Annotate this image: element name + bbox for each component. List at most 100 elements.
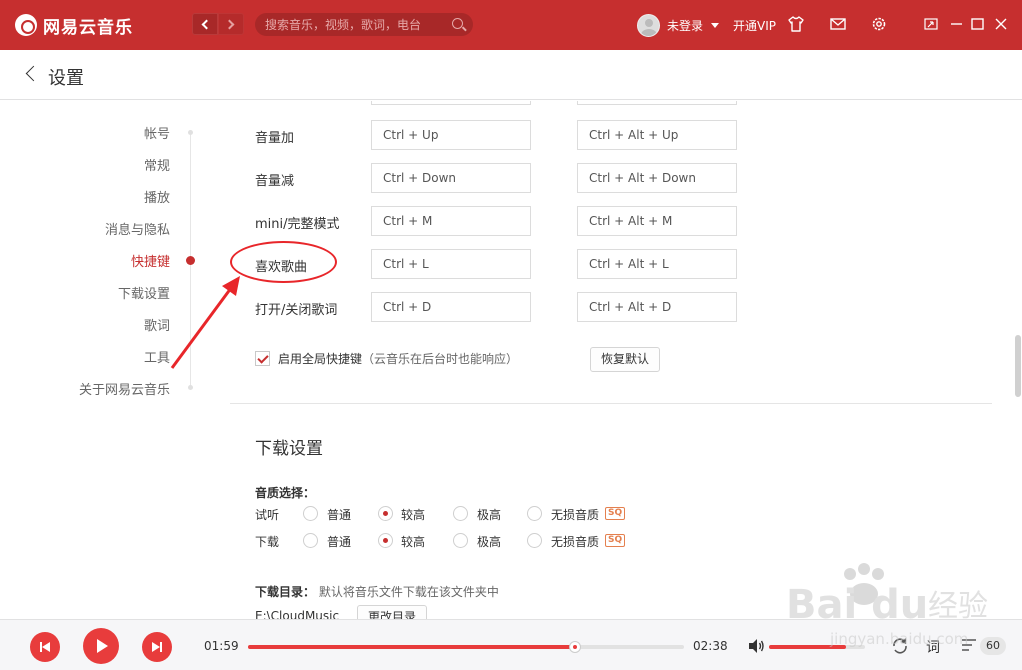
shortcut-local-box[interactable]: Ctrl + D	[371, 292, 531, 322]
search-input[interactable]	[265, 17, 445, 32]
svg-text:经验: 经验	[928, 589, 988, 624]
radio-label[interactable]: 普通	[327, 506, 351, 523]
forward-nav-button[interactable]	[218, 13, 244, 35]
back-arrow-icon[interactable]	[25, 65, 42, 82]
shortcut-global-box[interactable]: Ctrl + Alt + D	[577, 292, 737, 322]
radio-high[interactable]	[378, 506, 393, 521]
global-shortcut-option[interactable]: 启用全局快捷键 （云音乐在后台时也能响应）	[255, 350, 518, 367]
sidebar-active-dot	[186, 256, 195, 265]
sidebar-item-privacy[interactable]: 消息与隐私	[105, 219, 170, 238]
restore-default-button[interactable]: 恢复默认	[590, 347, 660, 372]
user-name[interactable]: 未登录	[667, 17, 703, 34]
radio-label[interactable]: 普通	[327, 533, 351, 550]
skin-shirt-icon[interactable]	[787, 15, 805, 33]
time-total: 02:38	[693, 639, 728, 653]
shortcut-local-box[interactable]: Ctrl + L	[371, 249, 531, 279]
quality-row-label: 下载	[255, 535, 280, 549]
volume-icon[interactable]	[747, 638, 765, 654]
avatar[interactable]	[637, 13, 660, 37]
shortcut-label: 音量减	[255, 174, 295, 189]
radio-normal[interactable]	[303, 533, 318, 548]
shortcut-label: 音量加	[255, 131, 295, 146]
mail-icon[interactable]	[829, 15, 847, 33]
netease-logo-icon	[15, 14, 37, 36]
time-current: 01:59	[204, 639, 239, 653]
radio-label[interactable]: 无损音质	[551, 506, 599, 523]
title-bar: 网易云音乐 未登录 开通VIP	[0, 0, 1022, 50]
scrollbar-thumb[interactable]	[1015, 335, 1021, 397]
radio-lossless[interactable]	[527, 533, 542, 548]
vip-link[interactable]: 开通VIP	[733, 17, 776, 34]
sidebar-dot	[188, 130, 193, 135]
content-scrollbar[interactable]	[1015, 101, 1022, 619]
download-dir-line: 下载目录： 默认将音乐文件下载在该文件夹中	[255, 583, 499, 600]
minimize-icon[interactable]	[948, 15, 966, 33]
shortcut-row-cut	[230, 101, 1015, 105]
close-icon[interactable]	[992, 15, 1010, 33]
caret-down-icon[interactable]	[711, 22, 720, 28]
download-section-title: 下载设置	[255, 439, 323, 459]
user-menu[interactable]: 未登录	[637, 13, 720, 37]
play-icon	[97, 639, 108, 653]
gear-icon[interactable]	[870, 15, 888, 33]
global-shortcut-checkbox[interactable]	[255, 351, 270, 366]
shortcut-global-box[interactable]	[577, 101, 737, 105]
global-shortcut-label[interactable]: 启用全局快捷键	[278, 350, 362, 367]
change-dir-button[interactable]: 更改目录	[357, 605, 427, 619]
shortcut-row: 音量减 Ctrl + Down Ctrl + Alt + Down	[230, 163, 1015, 193]
quality-title: 音质选择：	[255, 486, 316, 500]
previous-button[interactable]	[30, 632, 60, 662]
radio-label[interactable]: 较高	[401, 533, 425, 550]
sidebar-item-playback[interactable]: 播放	[144, 187, 170, 206]
baidu-jingyan-watermark: Bai du 经验 jingyan.baidu.com	[786, 563, 988, 648]
mini-mode-icon[interactable]	[922, 15, 940, 33]
sq-badge: SQ	[605, 534, 626, 547]
shortcut-global-box[interactable]: Ctrl + Alt + Up	[577, 120, 737, 150]
history-nav	[192, 13, 244, 35]
play-button[interactable]	[83, 628, 119, 664]
page-title: 设置	[48, 68, 84, 89]
shortcut-local-box[interactable]: Ctrl + Up	[371, 120, 531, 150]
shortcut-local-box[interactable]: Ctrl + M	[371, 206, 531, 236]
sidebar-dot	[188, 385, 193, 390]
radio-high[interactable]	[378, 533, 393, 548]
chevron-right-icon	[224, 19, 235, 29]
shortcut-label: mini/完整模式	[255, 217, 340, 232]
progress-bar[interactable]	[248, 641, 684, 653]
download-dir-note: 默认将音乐文件下载在该文件夹中	[318, 585, 499, 599]
quality-row-preview: 试听 普通 较高 极高 无损音质 SQ	[255, 504, 755, 524]
sidebar-item-account[interactable]: 帐号	[144, 123, 170, 142]
shortcut-row: 喜欢歌曲 Ctrl + L Ctrl + Alt + L	[230, 249, 1015, 279]
app-name: 网易云音乐	[43, 17, 133, 38]
shortcut-local-box[interactable]	[371, 101, 531, 105]
radio-label[interactable]: 极高	[477, 506, 501, 523]
settings-content: 音量加 Ctrl + Up Ctrl + Alt + Up 音量减 Ctrl +…	[230, 101, 1015, 619]
quality-row-label: 试听	[255, 508, 280, 522]
search-icon[interactable]	[452, 18, 463, 29]
shortcut-global-box[interactable]: Ctrl + Alt + Down	[577, 163, 737, 193]
radio-lossless[interactable]	[527, 506, 542, 521]
sidebar-item-about[interactable]: 关于网易云音乐	[79, 379, 170, 398]
radio-label[interactable]: 无损音质	[551, 533, 599, 550]
sidebar-item-general[interactable]: 常规	[144, 155, 170, 174]
radio-normal[interactable]	[303, 506, 318, 521]
maximize-icon[interactable]	[969, 15, 987, 33]
shortcut-row: 音量加 Ctrl + Up Ctrl + Alt + Up	[230, 120, 1015, 150]
radio-extreme[interactable]	[453, 506, 468, 521]
page-header: 设置	[0, 50, 1022, 100]
svg-text:Bai du: Bai du	[786, 582, 928, 628]
radio-label[interactable]: 极高	[477, 533, 501, 550]
app-logo[interactable]: 网易云音乐	[15, 12, 133, 38]
download-dir-title: 下载目录：	[255, 585, 316, 599]
shortcut-global-box[interactable]: Ctrl + Alt + L	[577, 249, 737, 279]
radio-label[interactable]: 较高	[401, 506, 425, 523]
shortcut-local-box[interactable]: Ctrl + Down	[371, 163, 531, 193]
progress-knob[interactable]	[569, 641, 581, 653]
sidebar-item-shortcuts[interactable]: 快捷键	[131, 251, 170, 270]
global-shortcut-note: （云音乐在后台时也能响应）	[362, 352, 519, 366]
quality-row-download: 下载 普通 较高 极高 无损音质 SQ	[255, 531, 755, 551]
shortcut-global-box[interactable]: Ctrl + Alt + M	[577, 206, 737, 236]
next-button[interactable]	[142, 632, 172, 662]
radio-extreme[interactable]	[453, 533, 468, 548]
back-nav-button[interactable]	[192, 13, 218, 35]
